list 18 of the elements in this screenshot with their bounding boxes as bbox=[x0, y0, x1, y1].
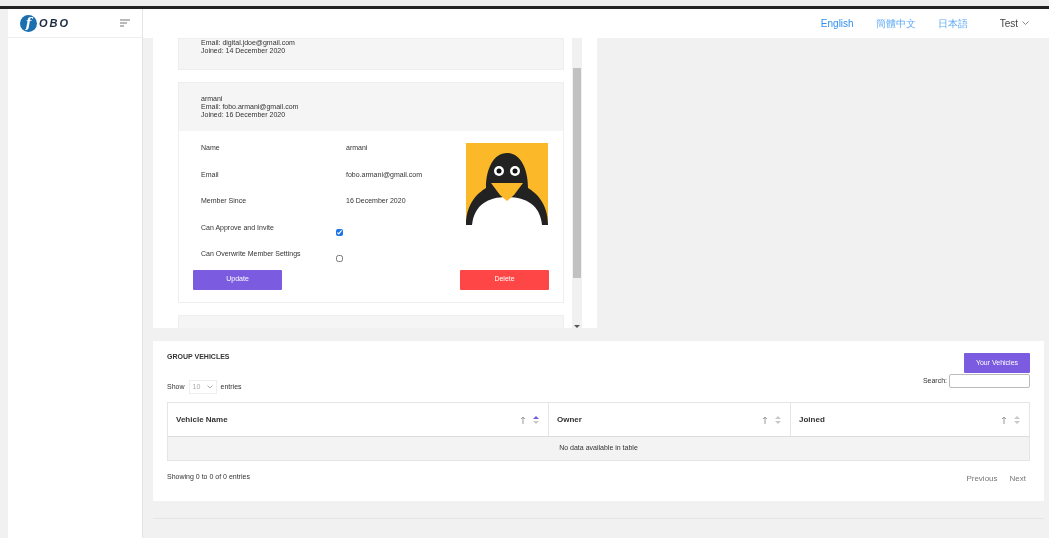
column-header[interactable]: Owner bbox=[548, 403, 790, 436]
pagination-link[interactable]: Next bbox=[1005, 473, 1030, 485]
language-link[interactable]: 日本語 bbox=[937, 16, 968, 31]
column-header[interactable]: Vehicle Name bbox=[168, 403, 548, 436]
scroll-down-arrow-icon[interactable] bbox=[574, 325, 580, 328]
scrollbar-thumb[interactable] bbox=[573, 68, 581, 278]
logo-text: OBO bbox=[39, 15, 71, 31]
permission-checkbox[interactable] bbox=[336, 255, 343, 262]
language-link[interactable]: English bbox=[820, 16, 854, 31]
search-field[interactable] bbox=[949, 374, 1030, 388]
language-link[interactable]: 簡體中文 bbox=[875, 16, 916, 31]
permission-checkbox[interactable] bbox=[336, 228, 343, 236]
chevron-down-icon bbox=[206, 385, 213, 389]
logo-mark: f bbox=[20, 14, 37, 32]
pagination-link[interactable]: Previous bbox=[962, 473, 1002, 485]
column-header[interactable]: Joined bbox=[790, 403, 1029, 436]
user-menu[interactable]: Test bbox=[999, 16, 1029, 31]
chevron-down-icon bbox=[1022, 21, 1029, 26]
